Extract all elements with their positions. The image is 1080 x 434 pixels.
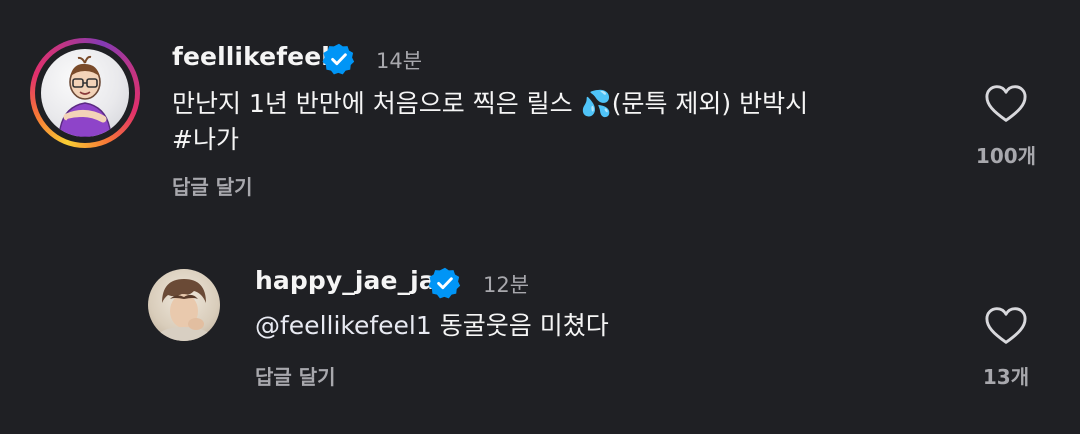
- reply-button[interactable]: 답글 달기: [172, 171, 253, 200]
- reply-button[interactable]: 답글 달기: [255, 361, 336, 390]
- like-count: 100개: [975, 144, 1037, 168]
- profile-photo-avatar: [154, 279, 214, 341]
- comments-list: feellikefeel1 14분 만난지 1년 반만에 처음으로 찍은 릴스 …: [0, 0, 1080, 434]
- avatar[interactable]: [148, 269, 220, 341]
- comment-text: 만난지 1년 반만에 처음으로 찍은 릴스 💦(문특 제외) 반박시 #나가: [172, 86, 808, 158]
- comment-timestamp: 12분: [483, 273, 530, 297]
- heart-outline-icon[interactable]: [984, 84, 1028, 124]
- verified-badge-icon: [322, 43, 355, 75]
- hashtag-link[interactable]: #나가: [172, 125, 239, 154]
- like-count: 13개: [982, 365, 1030, 389]
- comment-username[interactable]: happy_jae_jae: [255, 266, 453, 295]
- mention-link[interactable]: @feellikefeel1: [255, 311, 432, 340]
- reply-item: happy_jae_jae 12분 @feellikefeel1 동굴웃음 미쳤…: [0, 250, 1080, 434]
- comment-text-body: 동굴웃음 미쳤다: [431, 311, 609, 340]
- heart-outline-icon[interactable]: [984, 306, 1028, 346]
- comment-text-line: 만난지 1년 반만에 처음으로 찍은 릴스 💦(문특 제외) 반박시: [172, 89, 809, 118]
- verified-badge-icon: [428, 267, 461, 299]
- cartoon-avatar-icon: [58, 55, 112, 137]
- avatar[interactable]: [41, 49, 129, 137]
- comment-timestamp: 14분: [376, 49, 423, 73]
- comment-item: feellikefeel1 14분 만난지 1년 반만에 처음으로 찍은 릴스 …: [0, 0, 1080, 220]
- comment-text: @feellikefeel1 동굴웃음 미쳤다: [255, 308, 609, 344]
- story-ring[interactable]: [30, 38, 140, 148]
